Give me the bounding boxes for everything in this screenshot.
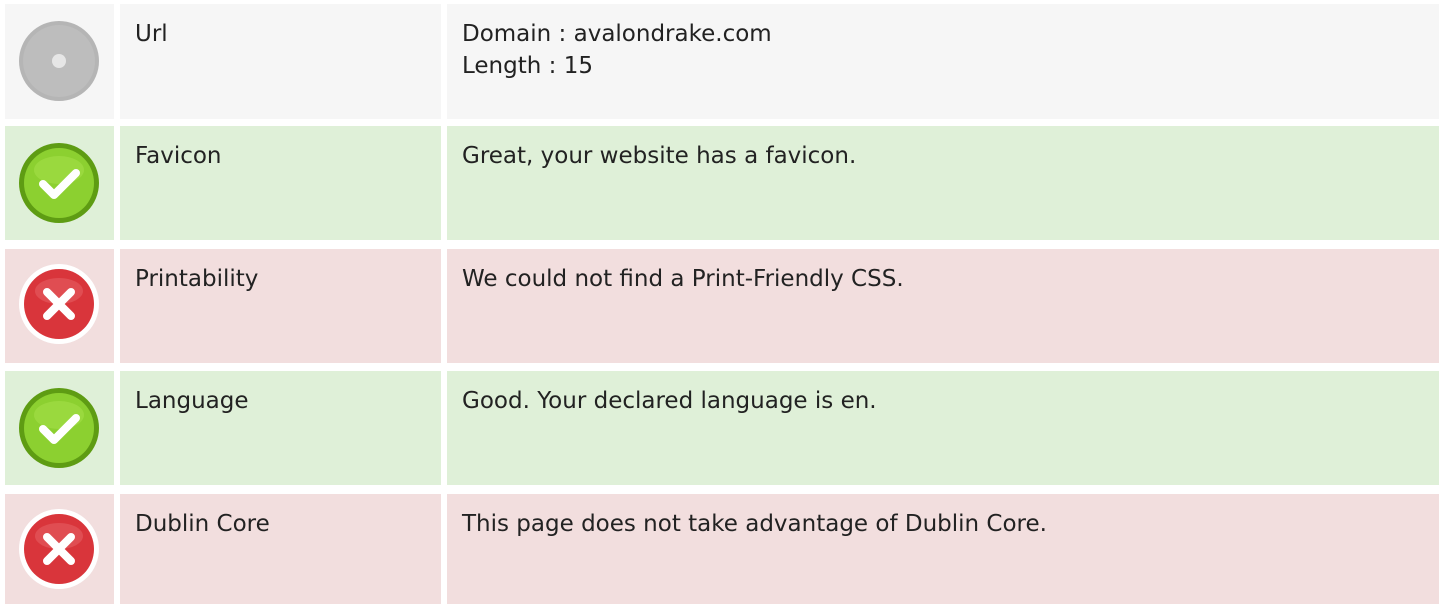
row-label: Dublin Core [120,494,441,604]
check-icon [19,143,99,223]
favicon-row: Favicon Great, your website has a favico… [0,126,1445,240]
row-value: Domain : avalondrake.com Length : 15 [447,4,1439,119]
row-value: We could not find a Print-Friendly CSS. [447,249,1439,363]
row-label: Language [120,371,441,485]
check-icon [19,388,99,468]
row-label: Favicon [120,126,441,240]
error-x-icon [19,509,99,589]
neutral-circle-icon [19,21,99,101]
row-label: Printability [120,249,441,363]
dublin-core-row: Dublin Core This page does not take adva… [0,494,1445,604]
length-text: Length : 15 [462,53,593,79]
seo-report-table: Url Domain : avalondrake.com Length : 15… [0,0,1445,604]
url-row: Url Domain : avalondrake.com Length : 15 [0,4,1445,119]
row-value: Good. Your declared language is en. [447,371,1439,485]
printability-row: Printability We could not find a Print-F… [0,249,1445,363]
error-x-icon [19,264,99,344]
row-value: Great, your website has a favicon. [447,126,1439,240]
domain-text: Domain : avalondrake.com [462,21,772,47]
row-label: Url [120,4,441,119]
row-value: This page does not take advantage of Dub… [447,494,1439,604]
language-row: Language Good. Your declared language is… [0,371,1445,485]
